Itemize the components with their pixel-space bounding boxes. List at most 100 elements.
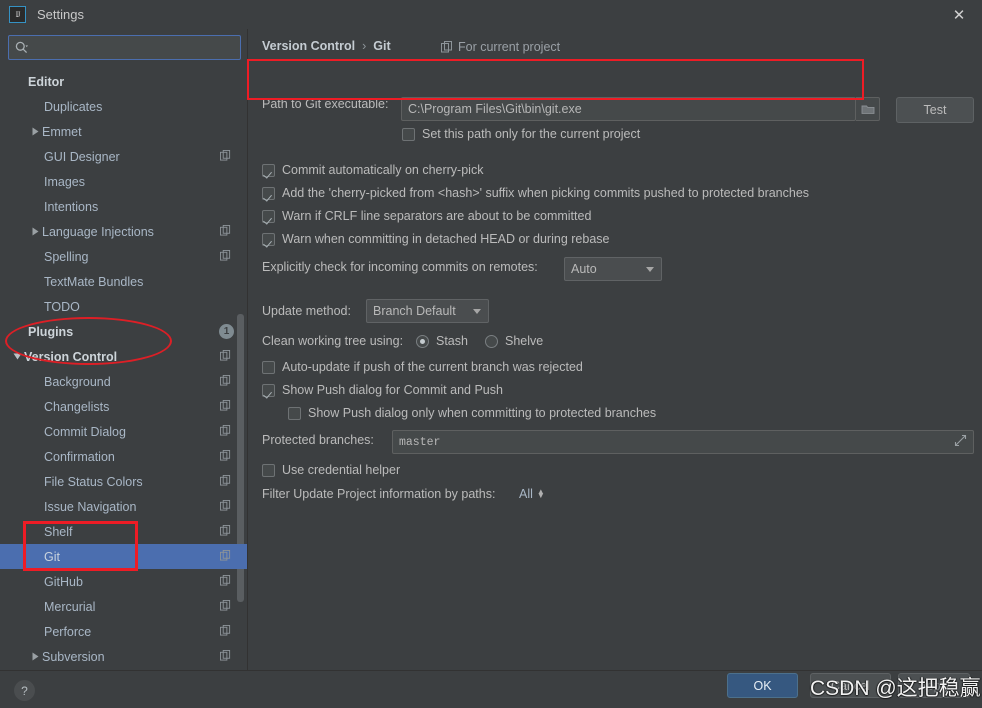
incoming-commits-value: Auto <box>571 262 597 276</box>
sidebar-item-label: TextMate Bundles <box>44 274 144 289</box>
search-box[interactable] <box>8 35 241 60</box>
scope-copy-icon[interactable] <box>220 150 231 164</box>
sidebar-item-label: Mercurial <box>44 599 96 614</box>
sidebar-item-version-control[interactable]: Version Control <box>0 344 247 369</box>
scope-copy-icon[interactable] <box>220 375 231 389</box>
sidebar-item-intentions[interactable]: Intentions <box>0 194 247 219</box>
for-current-project-label: For current project <box>441 40 560 54</box>
auto-update-checkbox[interactable]: Auto-update if push of the current branc… <box>262 360 583 374</box>
scope-copy-icon[interactable] <box>220 400 231 414</box>
cancel-button[interactable]: Cancel <box>810 673 891 698</box>
scope-copy-icon[interactable] <box>220 500 231 514</box>
set-path-only-current-checkbox[interactable]: Set this path only for the current proje… <box>402 127 640 141</box>
checkbox-box <box>288 406 301 420</box>
sidebar-item-editor[interactable]: Editor <box>0 69 247 94</box>
sidebar-item-file-status-colors[interactable]: File Status Colors <box>0 469 247 494</box>
checkbox-box <box>402 127 415 141</box>
sidebar-item-label: Editor <box>28 74 65 89</box>
scope-copy-icon[interactable] <box>220 450 231 464</box>
sidebar-item-label: File Status Colors <box>44 474 143 489</box>
search-icon <box>15 41 28 54</box>
show-push-dialog-checkbox[interactable]: Show Push dialog for Commit and Push <box>262 383 503 397</box>
expand-diagonal-icon[interactable] <box>954 434 967 447</box>
sidebar-item-plugins[interactable]: Plugins 1 <box>0 319 247 344</box>
test-button-label: Test <box>923 103 947 117</box>
show-push-protected-checkbox[interactable]: Show Push dialog only when committing to… <box>288 406 656 420</box>
chevron-down-icon[interactable] <box>13 352 22 361</box>
scope-copy-icon[interactable] <box>220 250 231 264</box>
clean-working-tree-radio-shelve[interactable]: Shelve <box>485 334 543 348</box>
sidebar-item-todo[interactable]: TODO <box>0 294 247 319</box>
warn-crlf-checkbox[interactable]: Warn if CRLF line separators are about t… <box>262 209 591 223</box>
sidebar-item-confirmation[interactable]: Confirmation <box>0 444 247 469</box>
sidebar-item-emmet[interactable]: Emmet <box>0 119 247 144</box>
sidebar-item-background[interactable]: Background <box>0 369 247 394</box>
use-credential-helper-checkbox[interactable]: Use credential helper <box>262 463 400 477</box>
git-path-input[interactable]: C:\Program Files\Git\bin\git.exe <box>401 97 856 121</box>
auto-update-label: Auto-update if push of the current branc… <box>282 360 583 374</box>
sidebar-item-textmate-bundles[interactable]: TextMate Bundles <box>0 269 247 294</box>
apply-button[interactable]: Apply <box>898 673 970 698</box>
radio-button <box>485 334 498 348</box>
incoming-commits-label: Explicitly check for incoming commits on… <box>262 260 538 274</box>
sidebar-item-changelists[interactable]: Changelists <box>0 394 247 419</box>
sidebar-item-images[interactable]: Images <box>0 169 247 194</box>
scope-copy-icon[interactable] <box>220 350 231 364</box>
scope-copy-icon[interactable] <box>220 575 231 589</box>
scope-copy-icon[interactable] <box>220 625 231 639</box>
sidebar-item-mercurial[interactable]: Mercurial <box>0 594 247 619</box>
scope-copy-icon[interactable] <box>220 650 231 664</box>
incoming-commits-select[interactable]: Auto <box>564 257 662 281</box>
clean-working-tree-radio-stash[interactable]: Stash <box>416 334 468 348</box>
sidebar-item-issue-navigation[interactable]: Issue Navigation <box>0 494 247 519</box>
protected-branches-input[interactable]: master <box>392 430 974 454</box>
test-button[interactable]: Test <box>896 97 974 123</box>
sidebar-item-subversion[interactable]: Subversion <box>0 644 247 669</box>
incoming-commits-row: Explicitly check for incoming commits on… <box>262 260 538 274</box>
tree-expand-arrow[interactable] <box>28 644 42 669</box>
sidebar-item-spelling[interactable]: Spelling <box>0 244 247 269</box>
filter-update-select[interactable]: All ▲ ▼ <box>519 487 545 501</box>
sidebar-item-duplicates[interactable]: Duplicates <box>0 94 247 119</box>
search-input[interactable] <box>32 39 234 56</box>
scope-copy-icon[interactable] <box>220 525 231 539</box>
protected-branches-value: master <box>399 435 441 449</box>
help-icon[interactable]: ? <box>14 680 35 701</box>
breadcrumb: Version Control › Git <box>262 39 391 53</box>
sidebar-item-perforce[interactable]: Perforce <box>0 619 247 644</box>
settings-tree: Editor Duplicates Emmet GUI Designer Images I… <box>0 69 247 669</box>
close-icon[interactable]: ✕ <box>936 0 982 29</box>
chevron-right-icon[interactable] <box>31 652 40 661</box>
chevron-right-icon[interactable] <box>31 127 40 136</box>
sidebar-item-label: Images <box>44 174 85 189</box>
sidebar-item-gui-designer[interactable]: GUI Designer <box>0 144 247 169</box>
scope-copy-icon[interactable] <box>220 425 231 439</box>
sidebar-item-language-injections[interactable]: Language Injections <box>0 219 247 244</box>
commit-auto-cherry-pick-checkbox[interactable]: Commit automatically on cherry-pick <box>262 163 483 177</box>
copy-scope-icon <box>220 650 231 661</box>
warn-crlf-label: Warn if CRLF line separators are about t… <box>282 209 592 223</box>
sidebar-item-github[interactable]: GitHub <box>0 569 247 594</box>
update-method-select[interactable]: Branch Default <box>366 299 489 323</box>
scope-copy-icon[interactable] <box>220 475 231 489</box>
sidebar-item-shelf[interactable]: Shelf <box>0 519 247 544</box>
breadcrumb-parent[interactable]: Version Control <box>262 39 355 53</box>
tree-expand-arrow[interactable] <box>28 219 42 244</box>
sidebar-item-commit-dialog[interactable]: Commit Dialog <box>0 419 247 444</box>
sidebar-item-git[interactable]: Git <box>0 544 247 569</box>
apply-button-label: Apply <box>918 678 950 693</box>
git-path-browse-button[interactable] <box>856 97 880 121</box>
warn-detached-head-checkbox[interactable]: Warn when committing in detached HEAD or… <box>262 232 609 246</box>
tree-expand-arrow[interactable] <box>28 119 42 144</box>
scope-copy-icon[interactable] <box>220 550 231 564</box>
scope-copy-icon[interactable] <box>220 600 231 614</box>
scope-copy-icon[interactable] <box>220 225 231 239</box>
chevron-right-icon[interactable] <box>31 227 40 236</box>
settings-main-panel: Version Control › Git For current projec… <box>249 29 982 670</box>
sidebar-item-label: Version Control <box>24 349 118 364</box>
cherry-picked-suffix-checkbox[interactable]: Add the 'cherry-picked from <hash>' suff… <box>262 186 809 200</box>
tree-collapse-arrow[interactable] <box>10 344 24 369</box>
ok-button[interactable]: OK <box>727 673 798 698</box>
copy-scope-icon <box>220 475 231 486</box>
git-path-value: C:\Program Files\Git\bin\git.exe <box>408 102 582 116</box>
